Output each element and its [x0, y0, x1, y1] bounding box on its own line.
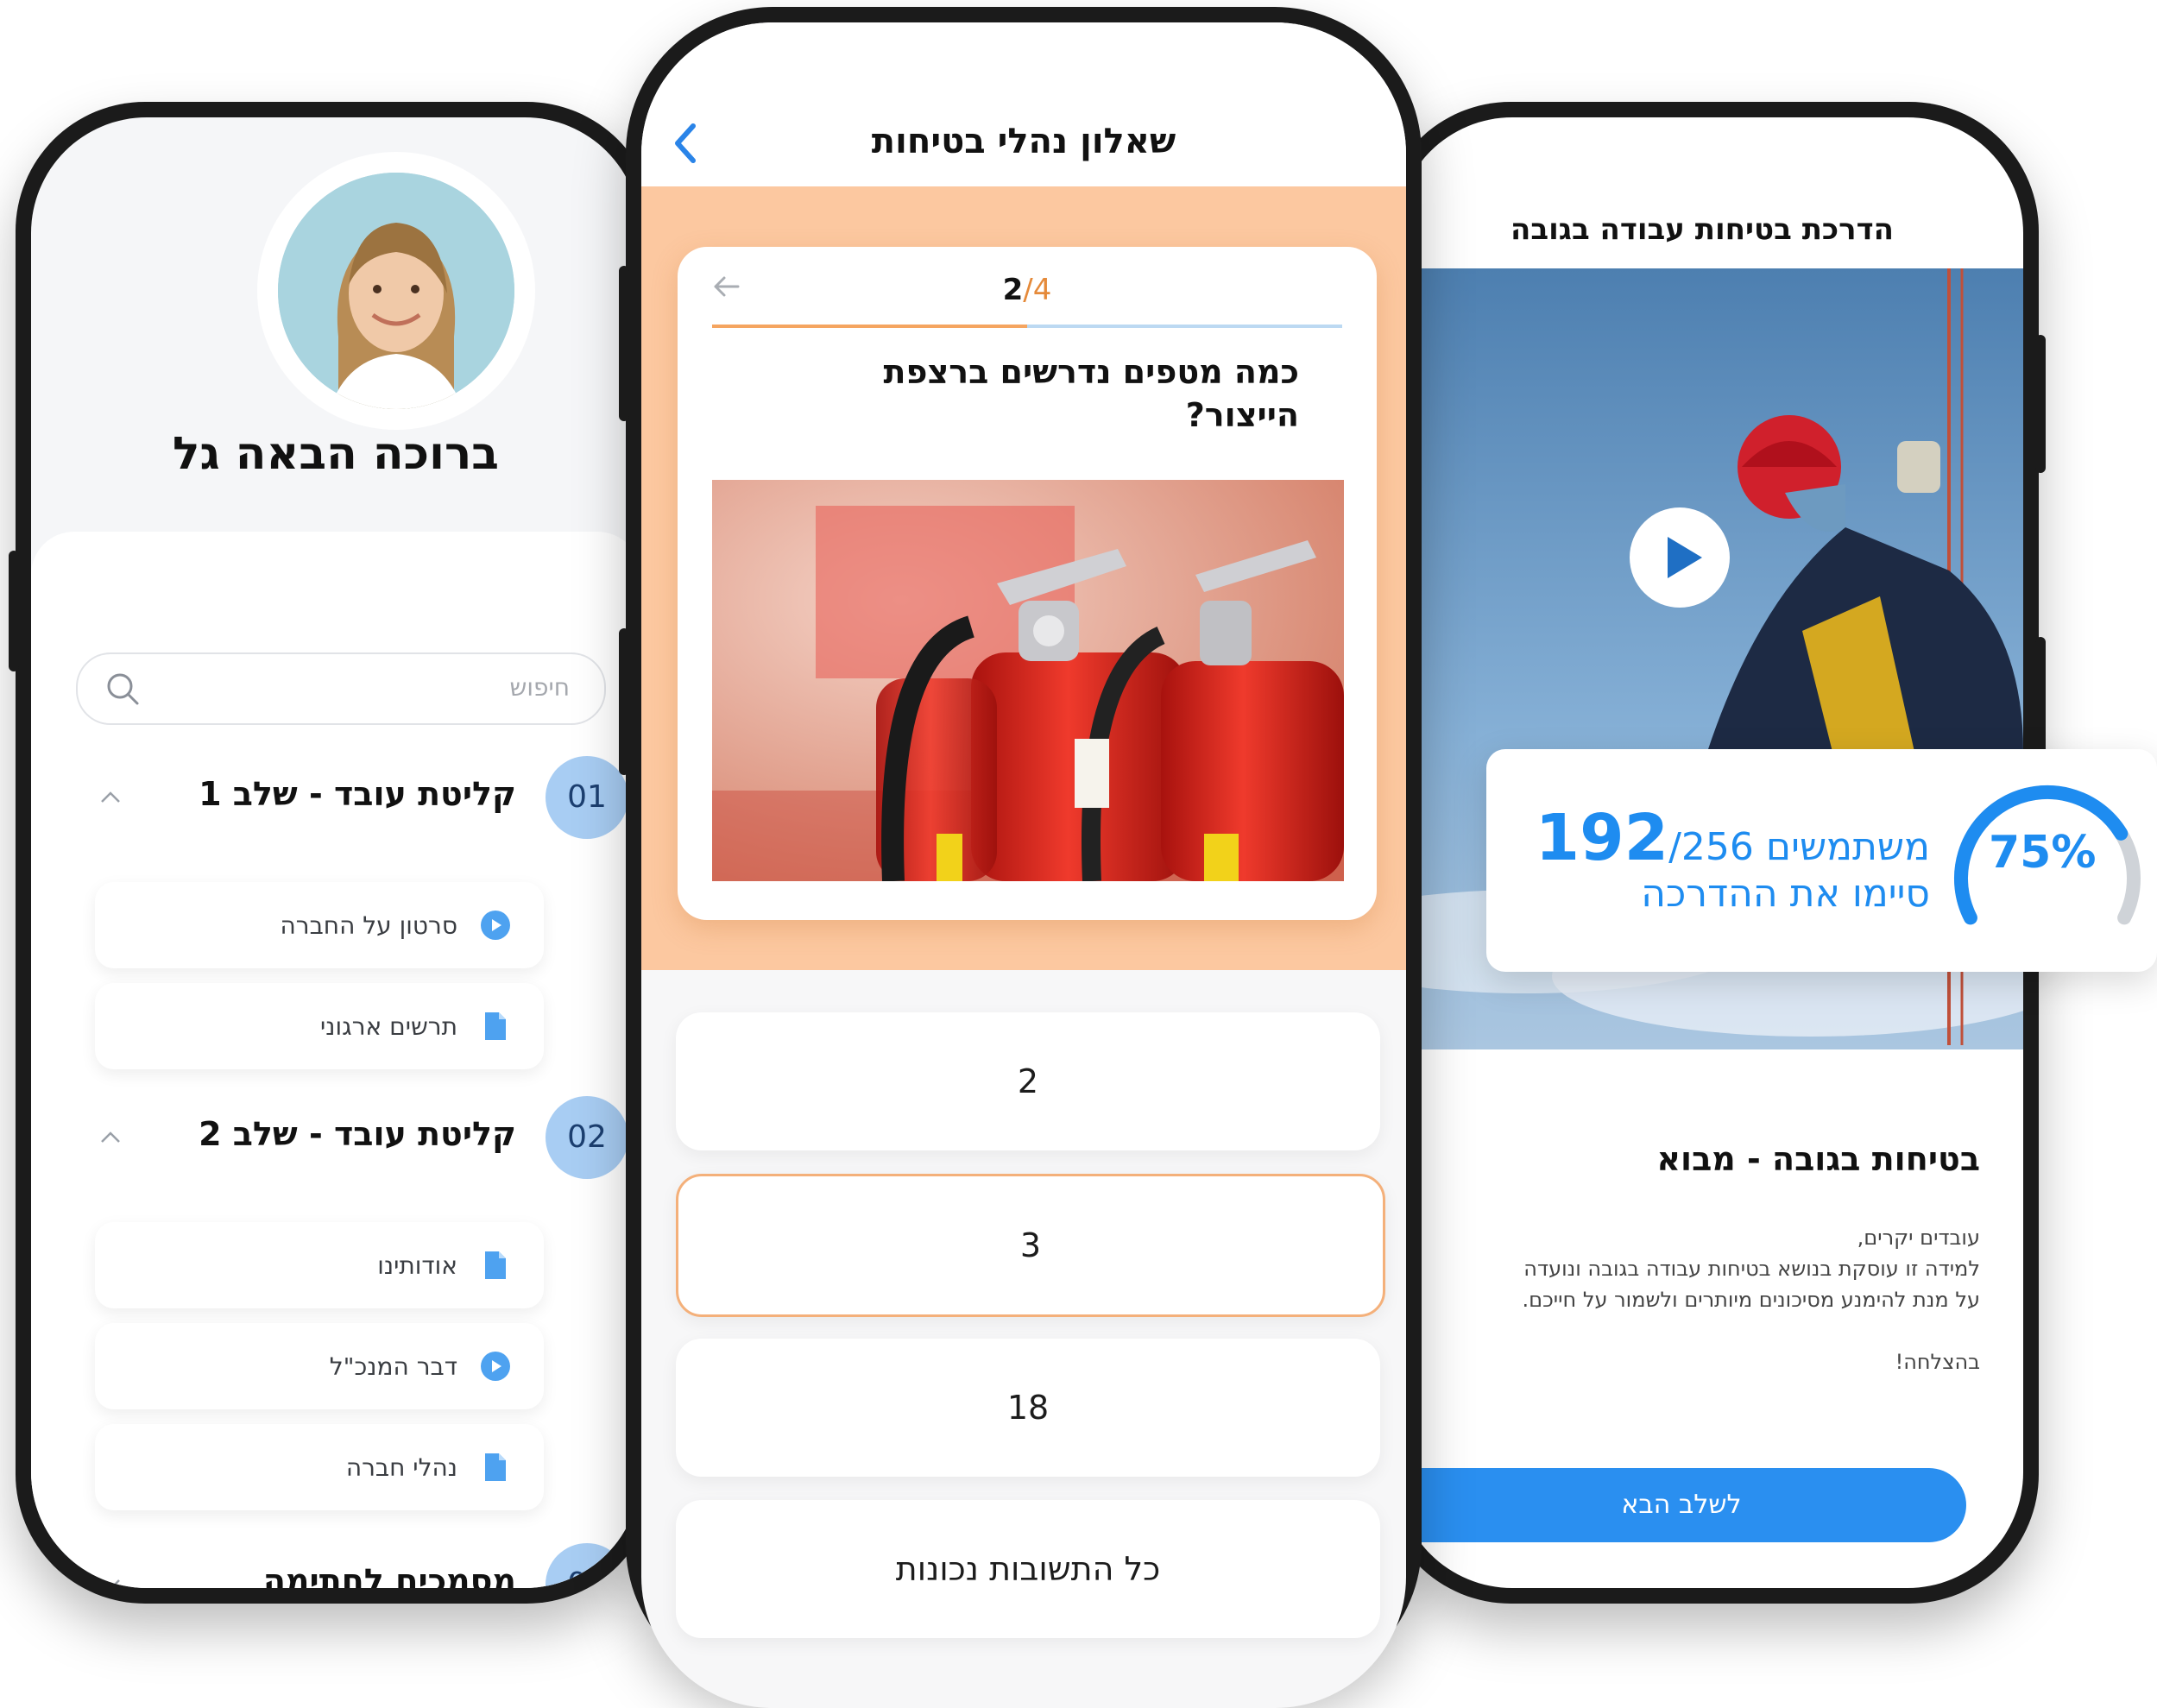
play-icon[interactable] [1628, 506, 1731, 609]
list-item[interactable]: נהלי חברה [95, 1424, 544, 1510]
chevron-up-icon[interactable] [95, 782, 126, 813]
welcome-heading: ברוכה הבאה גל [173, 428, 499, 480]
search-placeholder: חיפוש [509, 673, 570, 702]
item-label: סרטון על החברה [280, 911, 457, 940]
search-input[interactable]: חיפוש [76, 652, 606, 725]
phone-side-button [9, 551, 19, 671]
play-circle-icon [481, 1352, 510, 1381]
next-step-button[interactable]: לשלב הבא [1397, 1468, 1966, 1542]
list-item[interactable]: אודותינו [95, 1222, 544, 1308]
completed-count: 192 [1535, 801, 1669, 875]
completion-count: משתמשים 192/256 [1536, 801, 1930, 875]
intro-body: עובדים יקרים, למידה זו עוסקת בנושא בטיחו… [1428, 1222, 1980, 1377]
answer-option[interactable]: כל התשובות נכונות [676, 1500, 1380, 1638]
play-circle-icon [481, 911, 510, 940]
completed-label: סיימו את ההדרכה [1641, 872, 1930, 916]
search-icon[interactable] [104, 670, 142, 708]
section-number-badge: 01 [546, 756, 628, 839]
section-title: קליטת עובד - שלב 2 [199, 1115, 516, 1153]
chevron-down-icon[interactable] [95, 1569, 126, 1588]
answer-option[interactable]: 18 [676, 1339, 1380, 1477]
users-label: משתמשים [1765, 825, 1930, 869]
intro-line: על מנת להימנע מסיכונים מיותרים ולשמור על… [1522, 1288, 1980, 1312]
quiz-screen: שאלון נהלי בטיחות 2/4 כמה מטפים נדרשים ב… [641, 22, 1406, 1708]
total-count: /256 [1668, 825, 1754, 869]
document-icon [485, 1453, 506, 1481]
onboarding-screen: ברוכה הבאה גל חיפוש 01 קליטת עובד - שלב … [31, 117, 640, 1588]
item-label: נהלי חברה [345, 1453, 457, 1482]
intro-line: עובדים יקרים, [1857, 1226, 1980, 1250]
section-number-badge: 03 [546, 1543, 628, 1588]
section-header-01[interactable]: 01 קליטת עובד - שלב 1 [76, 756, 628, 842]
document-icon [485, 1012, 506, 1040]
progress-fill [712, 325, 1027, 328]
section-header-02[interactable]: 02 קליטת עובד - שלב 2 [76, 1096, 628, 1182]
phone-side-button [2035, 335, 2046, 473]
answer-option[interactable]: 2 [676, 1012, 1380, 1150]
phone-side-button [619, 628, 629, 775]
completion-percent: 75% [1989, 827, 2097, 879]
avatar-frame [257, 152, 535, 430]
list-item[interactable]: דבר המנכ"ל [95, 1323, 544, 1409]
list-item[interactable]: תרשים ארגוני [95, 983, 544, 1069]
section-title: מסמכים לחתימה [262, 1562, 516, 1588]
intro-line: למידה זו עוסקת בנושא בטיחות עבודה בגובה … [1523, 1257, 1980, 1281]
phone-side-button [619, 266, 629, 421]
intro-title: בטיחות בגובה - מבוא [1656, 1140, 1980, 1178]
section-title: קליטת עובד - שלב 1 [199, 775, 516, 813]
screen-title: הדרכת בטיחות עבודה בגובה [1511, 212, 1894, 247]
question-card: 2/4 כמה מטפים נדרשים ברצפת הייצור? [678, 247, 1377, 920]
phone-left: ברוכה הבאה גל חיפוש 01 קליטת עובד - שלב … [9, 102, 656, 1604]
chevron-up-icon[interactable] [95, 1122, 126, 1153]
document-icon [485, 1251, 506, 1279]
quiz-header: שאלון נהלי בטיחות [641, 22, 1406, 186]
completion-stats-card: משתמשים 192/256 סיימו את ההדרכה 75% [1486, 749, 2157, 972]
list-item[interactable]: סרטון על החברה [95, 882, 544, 968]
avatar [278, 173, 514, 409]
question-counter: 2/4 [678, 273, 1377, 307]
section-header-03[interactable]: 03 מסמכים לחתימה [76, 1543, 628, 1588]
section-number-badge: 02 [546, 1096, 628, 1179]
item-label: אודותינו [377, 1251, 457, 1280]
quiz-title: שאלון נהלי בטיחות [871, 122, 1176, 161]
item-label: תרשים ארגוני [320, 1012, 457, 1041]
content-panel: חיפוש 01 קליטת עובד - שלב 1 סרטון על החב… [31, 532, 640, 1588]
question-image [712, 480, 1344, 881]
question-total: /4 [1023, 273, 1052, 307]
question-current: 2 [1002, 273, 1024, 307]
item-label: דבר המנכ"ל [329, 1352, 457, 1381]
progress-bar [712, 325, 1342, 328]
answer-option-selected[interactable]: 3 [676, 1174, 1385, 1317]
intro-signoff: בהצלחה! [1895, 1350, 1980, 1374]
question-text: כמה מטפים נדרשים ברצפת הייצור? [883, 353, 1299, 434]
phone-middle: שאלון נהלי בטיחות 2/4 כמה מטפים נדרשים ב… [619, 7, 1422, 1708]
